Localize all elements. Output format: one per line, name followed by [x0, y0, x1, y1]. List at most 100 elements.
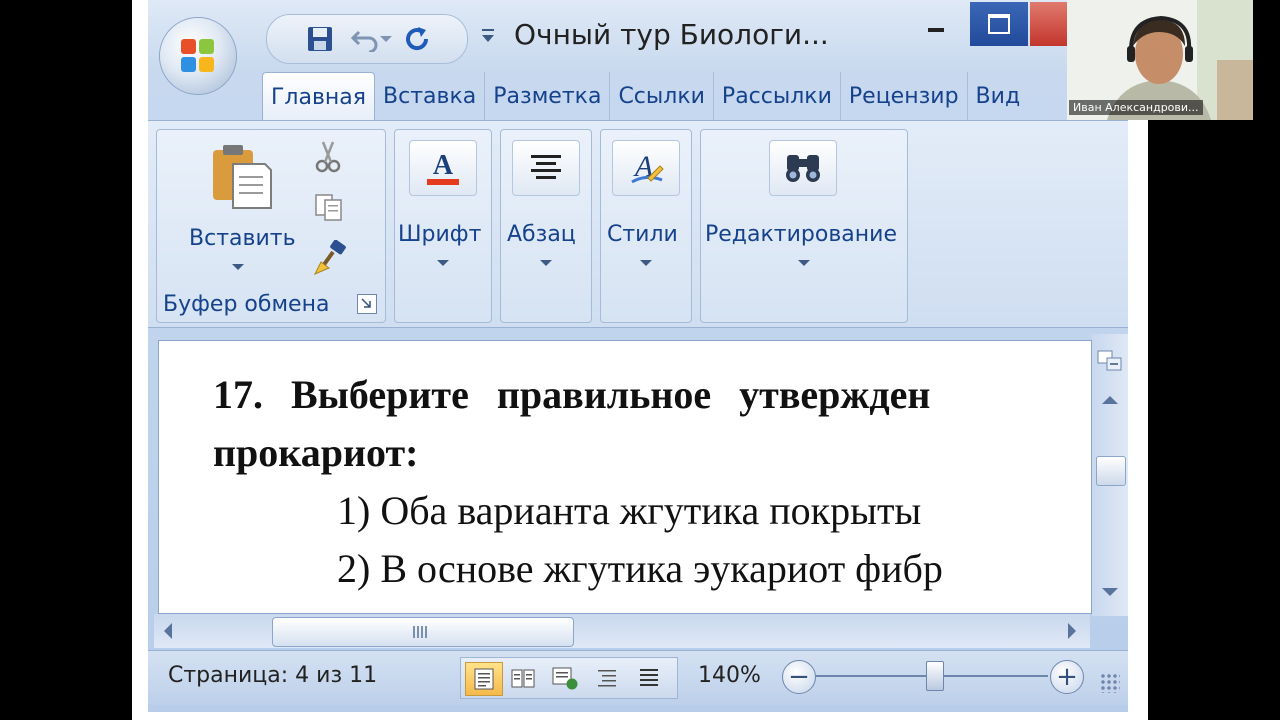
reading-view-icon: [511, 669, 535, 688]
page-counter[interactable]: Страница: 4 из 11: [168, 663, 377, 688]
scroll-down-arrow-icon[interactable]: [1102, 588, 1118, 596]
scroll-up-arrow-icon[interactable]: [1102, 396, 1118, 404]
svg-text:A: A: [433, 150, 454, 181]
font-color-icon: A: [427, 150, 459, 185]
font-label: Шрифт: [398, 222, 482, 247]
draft-icon: [640, 669, 658, 686]
word-window: Очный тур Биологи... Главная Вставка Раз…: [148, 0, 1128, 712]
clipboard-group-label: Буфер обмена: [163, 292, 330, 317]
plus-icon: +: [1056, 662, 1078, 692]
paste-icon: [213, 145, 272, 209]
zoom-in-button[interactable]: +: [1050, 660, 1084, 694]
editing-label: Редактирование: [705, 222, 897, 247]
tab-mailings[interactable]: Рассылки: [714, 72, 841, 120]
paste-label: Вставить: [189, 226, 296, 251]
tab-page-layout[interactable]: Разметка: [485, 72, 611, 120]
copy-button[interactable]: [313, 192, 347, 226]
customize-dropdown-icon: [482, 29, 494, 42]
cut-button[interactable]: [313, 140, 347, 174]
document-title: Очный тур Биологи...: [514, 18, 829, 51]
view-switcher: [460, 657, 678, 699]
question-text-continued: прокариот:: [213, 430, 419, 475]
outline-icon: [598, 670, 616, 687]
participant-video[interactable]: Иван Александрови...: [1067, 0, 1253, 120]
tab-home[interactable]: Главная: [262, 72, 376, 121]
vertical-scroll-thumb[interactable]: [1096, 456, 1126, 486]
scissors-icon: [315, 141, 341, 173]
scroll-right-arrow-icon[interactable]: [1068, 623, 1076, 639]
zoom-slider-thumb[interactable]: [926, 661, 944, 691]
ribbon: Вставить Буфер обмена A Шрифт Абзац A Ст…: [148, 120, 1128, 328]
chevron-down-icon: [640, 260, 652, 266]
print-layout-view-button[interactable]: [465, 662, 503, 696]
chevron-down-icon: [798, 260, 810, 266]
save-button[interactable]: [303, 23, 337, 55]
paste-button[interactable]: Вставить: [181, 134, 296, 274]
draft-view-button[interactable]: [631, 662, 667, 694]
paragraph-label: Абзац: [507, 222, 576, 247]
chevron-down-icon: [437, 260, 449, 266]
redo-button[interactable]: [401, 23, 435, 55]
paragraph-button[interactable]: [512, 140, 580, 196]
maximize-icon: [988, 14, 1010, 34]
paragraph-group[interactable]: Абзац: [500, 129, 592, 323]
answer-option-1: 1) Оба варианта жгутика покрыты: [337, 488, 922, 533]
binoculars-icon: [786, 155, 820, 182]
clipboard-dialog-launcher[interactable]: [357, 294, 377, 314]
redo-icon: [406, 27, 429, 51]
styles-icon: A: [631, 150, 664, 184]
chevron-down-icon: [380, 36, 392, 42]
chevron-down-icon: [540, 260, 552, 266]
editing-group[interactable]: Редактирование: [700, 129, 908, 323]
tab-insert[interactable]: Вставка: [375, 72, 486, 120]
zoom-out-button[interactable]: −: [782, 660, 816, 694]
styles-button[interactable]: A: [612, 140, 680, 196]
print-layout-icon: [474, 668, 494, 690]
zoom-level[interactable]: 140%: [698, 663, 761, 688]
answer-option-2: 2) В основе жгутика эукариот фибр: [337, 546, 943, 591]
minus-icon: −: [788, 662, 810, 692]
question-text: 17. Выберите правильное утвержден: [213, 372, 931, 417]
web-layout-view-button[interactable]: [547, 662, 583, 694]
quick-access-toolbar: [266, 14, 468, 64]
document-page[interactable]: 17. Выберите правильное утвержден прокар…: [158, 340, 1092, 614]
screen-share-frame: Очный тур Биологи... Главная Вставка Раз…: [132, 0, 1148, 720]
minimize-icon: [928, 28, 944, 32]
outline-view-button[interactable]: [589, 662, 625, 694]
font-button[interactable]: A: [409, 140, 477, 196]
ruler-toggle-icon[interactable]: [1096, 348, 1124, 374]
tab-review[interactable]: Рецензир: [841, 72, 968, 120]
styles-group[interactable]: A Стили: [600, 129, 692, 323]
office-logo-icon: [181, 39, 215, 73]
find-button[interactable]: [769, 140, 837, 196]
participant-name: Иван Александрови...: [1069, 100, 1203, 115]
dialog-launcher-icon: [361, 298, 371, 308]
title-bar: Очный тур Биологи...: [148, 0, 1128, 72]
tab-references[interactable]: Ссылки: [610, 72, 714, 120]
vertical-scrollbar[interactable]: [1092, 334, 1128, 616]
copy-icon: [315, 194, 342, 221]
minimize-button[interactable]: [916, 10, 956, 46]
chevron-down-icon: [232, 264, 244, 270]
undo-dropdown[interactable]: [377, 23, 395, 55]
ribbon-tabs: Главная Вставка Разметка Ссылки Рассылки…: [262, 72, 1029, 121]
web-layout-icon: [552, 667, 578, 690]
save-icon: [308, 27, 332, 51]
styles-label: Стили: [607, 222, 678, 247]
format-painter-button[interactable]: [311, 239, 349, 278]
clipboard-group: Вставить Буфер обмена: [156, 129, 386, 323]
horizontal-scrollbar[interactable]: [154, 614, 1090, 648]
customize-toolbar-button[interactable]: [478, 26, 498, 46]
status-bar: Страница: 4 из 11 140% − +: [148, 650, 1128, 705]
full-screen-reading-view-button[interactable]: [505, 662, 541, 694]
horizontal-scroll-thumb[interactable]: [272, 617, 574, 647]
format-painter-icon: [313, 239, 346, 275]
resize-grip-icon[interactable]: [1100, 673, 1120, 693]
scroll-left-arrow-icon[interactable]: [164, 623, 172, 639]
grip-icon: [413, 626, 429, 638]
tab-view[interactable]: Вид: [968, 72, 1029, 120]
font-group[interactable]: A Шрифт: [394, 129, 492, 323]
align-center-icon: [531, 155, 561, 179]
maximize-button[interactable]: [970, 2, 1028, 46]
office-button[interactable]: [160, 18, 236, 94]
